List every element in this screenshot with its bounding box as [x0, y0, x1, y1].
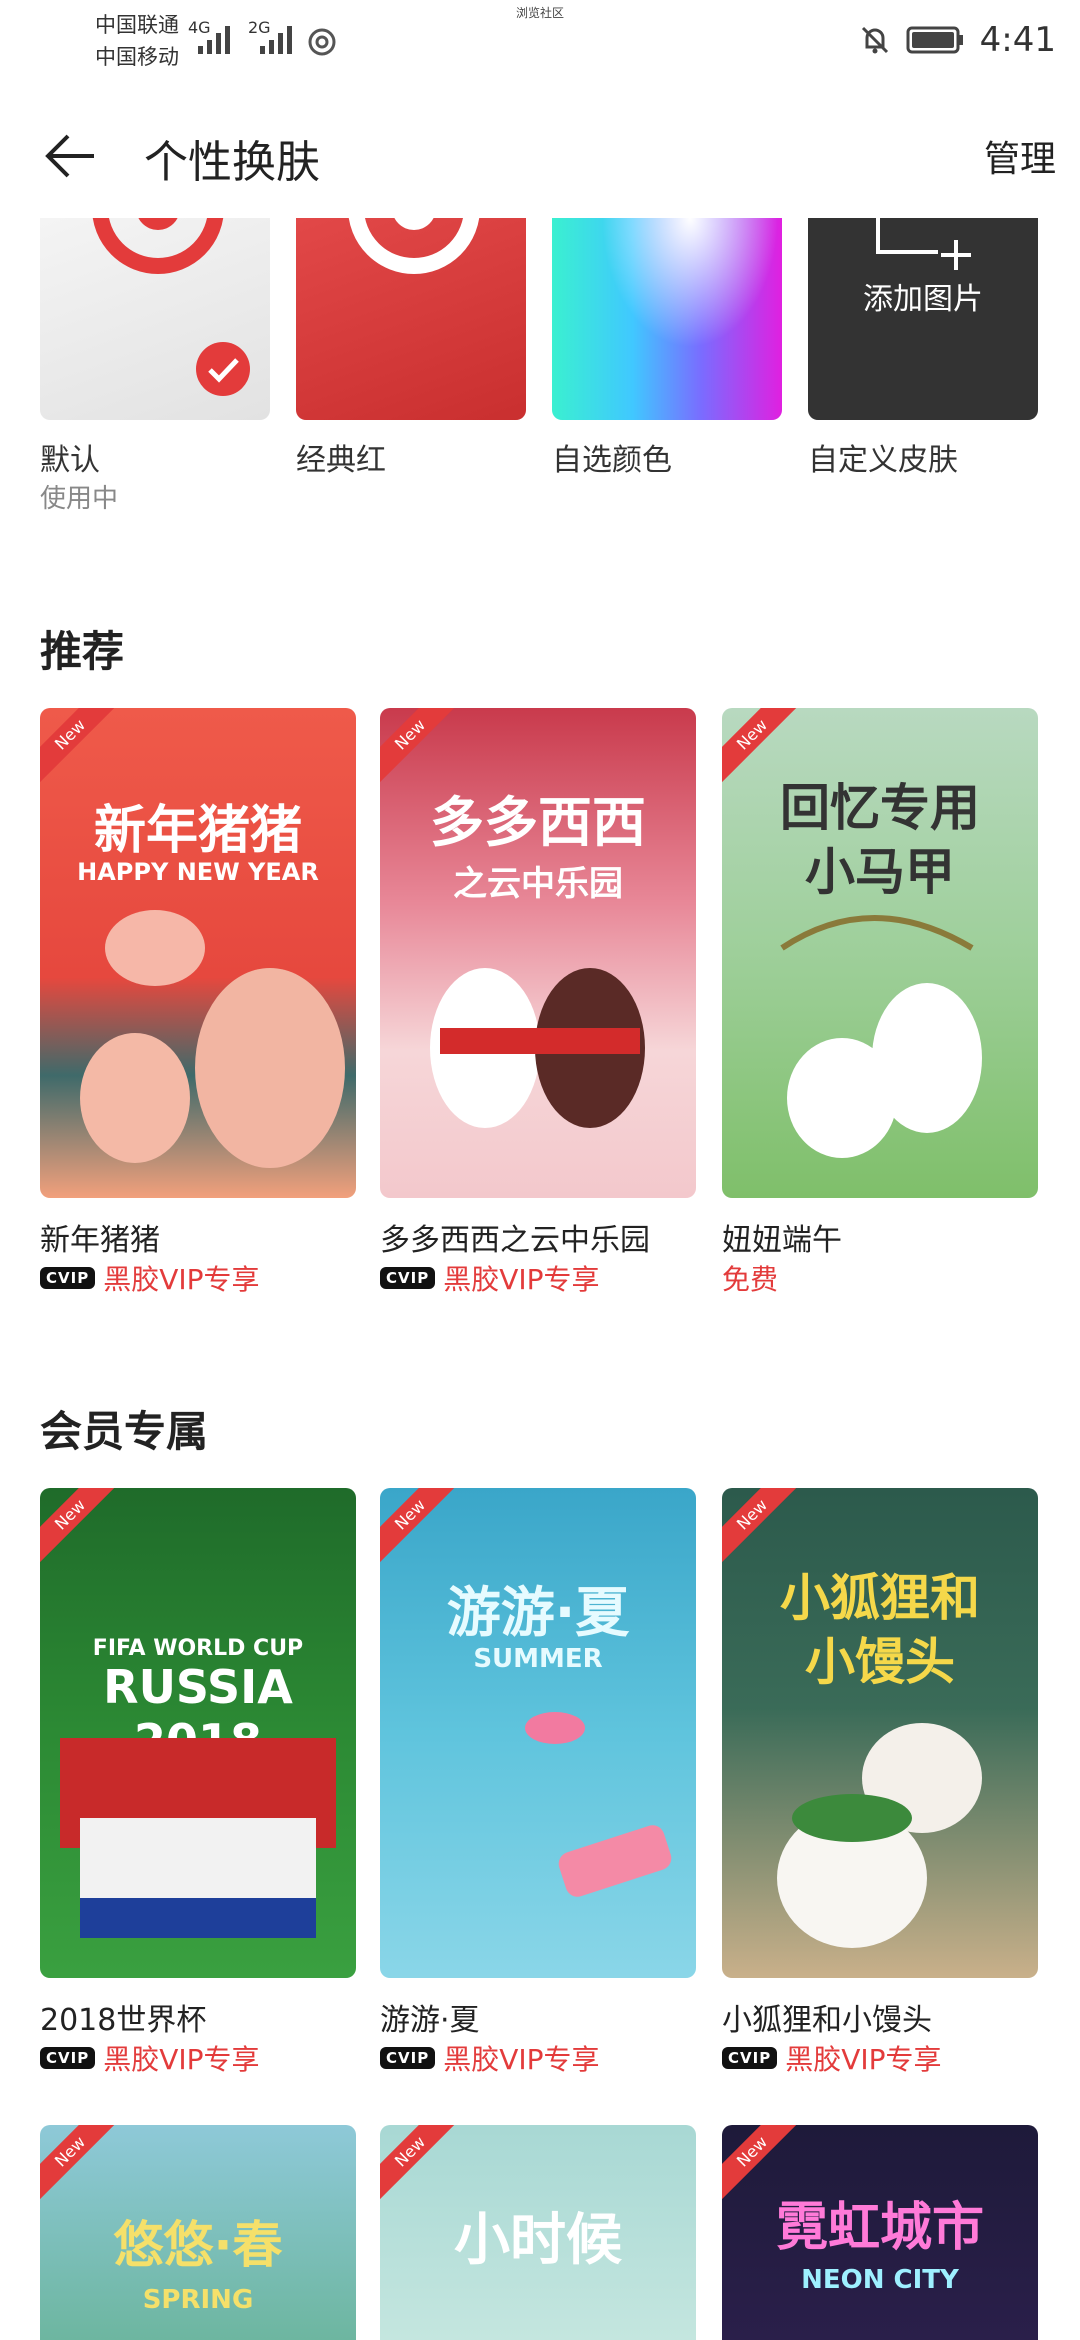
skin-classic-red-label: 经典红 [296, 443, 386, 478]
vip-badge: CVIP [40, 1267, 96, 1289]
vip-badge: CVIP [40, 2047, 96, 2069]
vip-label: 黑胶VIP专享 [103, 1263, 260, 1296]
skin-price-tag: CVIP 黑胶VIP专享 [380, 1258, 600, 1298]
vip-badge: CVIP [722, 2047, 778, 2069]
skin-classic-red-tile[interactable] [296, 218, 526, 420]
skin-price-tag: 免费 [722, 1258, 778, 1298]
member-section-title: 会员专属 [40, 1407, 209, 1456]
skin-custom-color-label: 自选颜色 [552, 443, 672, 478]
signal-icon-2 [260, 26, 292, 54]
skin-card-fox-and-bun[interactable]: New 小狐狸和 小馒头 [722, 1488, 1038, 1978]
app-header: 个性换肤 管理 [0, 100, 1080, 210]
skin-name: 小狐狸和小馒头 [722, 2003, 932, 2038]
skin-price-tag: CVIP 黑胶VIP专享 [40, 1258, 260, 1298]
add-image-label: 添加图片 [863, 282, 983, 317]
carrier-2: 中国移动 [95, 45, 179, 69]
pool-illustration [525, 1712, 672, 1897]
skin-name: 新年猪猪 [40, 1223, 160, 1258]
skin-card-world-cup[interactable]: New FIFA WORLD CUP RUSSIA 2018 [40, 1488, 356, 1978]
skin-card-duoduo-xixi[interactable]: New 多多西西 之云中乐园 [380, 708, 696, 1198]
skin-card-niuniu[interactable]: New 回忆专用 小马甲 [722, 708, 1038, 1198]
skin-card-spring[interactable]: New 悠悠·春 SPRING [40, 2125, 356, 2340]
vip-label: 黑胶VIP专享 [443, 1263, 600, 1296]
vip-label: 黑胶VIP专享 [103, 2043, 260, 2076]
skin-custom-image-label: 自定义皮肤 [808, 443, 958, 478]
poster-subtitle: SPRING [142, 2285, 254, 2315]
back-arrow-icon[interactable] [40, 126, 100, 186]
skin-card-summer[interactable]: New 游游·夏 SUMMER [380, 1488, 696, 1978]
poster-title: 霓虹城市 [775, 2198, 984, 2258]
new-badge: New [40, 2125, 129, 2210]
skin-price-tag: CVIP 黑胶VIP专享 [380, 2038, 600, 2078]
poster-title: 小时候 [454, 2208, 622, 2273]
skin-name: 2018世界杯 [40, 2003, 207, 2038]
manage-button[interactable]: 管理 [984, 130, 1056, 182]
skin-card-neon-city[interactable]: New 霓虹城市 NEON CITY [722, 2125, 1038, 2340]
recommend-section-title: 推荐 [40, 627, 125, 676]
skin-name: 妞妞端午 [722, 1223, 842, 1258]
skin-name: 游游·夏 [380, 2003, 480, 2038]
skin-default-status: 使用中 [40, 484, 119, 514]
vip-label: 黑胶VIP专享 [443, 2043, 600, 2076]
selected-check-icon [196, 342, 250, 396]
vip-badge: CVIP [380, 1267, 436, 1289]
poster-subtitle: NEON CITY [801, 2265, 959, 2295]
clock: 4:41 [979, 20, 1056, 60]
vip-badge: CVIP [380, 2047, 436, 2069]
battery-icon [906, 26, 963, 54]
free-label: 免费 [722, 1263, 779, 1296]
vip-label: 黑胶VIP专享 [785, 2043, 942, 2076]
reindeer-illustration [430, 968, 645, 1128]
skin-default-tile[interactable] [40, 218, 270, 420]
pig-illustration [80, 910, 345, 1168]
skin-default-label: 默认 [40, 443, 100, 478]
carrier-1: 中国联通 [95, 13, 179, 37]
players-illustration [60, 1738, 336, 1938]
netease-logo-icon [348, 218, 480, 274]
skin-custom-image-tile[interactable]: 添加图片 [808, 218, 1038, 420]
page-title: 个性换肤 [144, 137, 320, 188]
cat-photo-illustration [777, 1723, 982, 1948]
skin-card-childhood[interactable]: New 小时候 [380, 2125, 696, 2340]
add-image-icon [876, 218, 971, 270]
cats-illustration [780, 915, 982, 1158]
poster-title: 悠悠·春 [113, 2216, 283, 2274]
skin-price-tag: CVIP 黑胶VIP专享 [722, 2038, 942, 2078]
signal-icon-1 [198, 26, 230, 54]
netease-music-icon [308, 28, 336, 56]
skin-price-tag: CVIP 黑胶VIP专享 [40, 2038, 260, 2078]
status-center-label: 浏览社区 [515, 6, 565, 20]
skin-card-new-year-pig[interactable]: New 新年猪猪 HAPPY NEW YEAR [40, 708, 356, 1198]
skin-name: 多多西西之云中乐园 [380, 1223, 650, 1258]
status-bar: 浏览社区 中国联通 中国移动 4G 2G 4:41 [0, 0, 1080, 80]
skin-custom-color-tile[interactable] [552, 218, 782, 420]
mute-bell-icon [861, 26, 888, 54]
